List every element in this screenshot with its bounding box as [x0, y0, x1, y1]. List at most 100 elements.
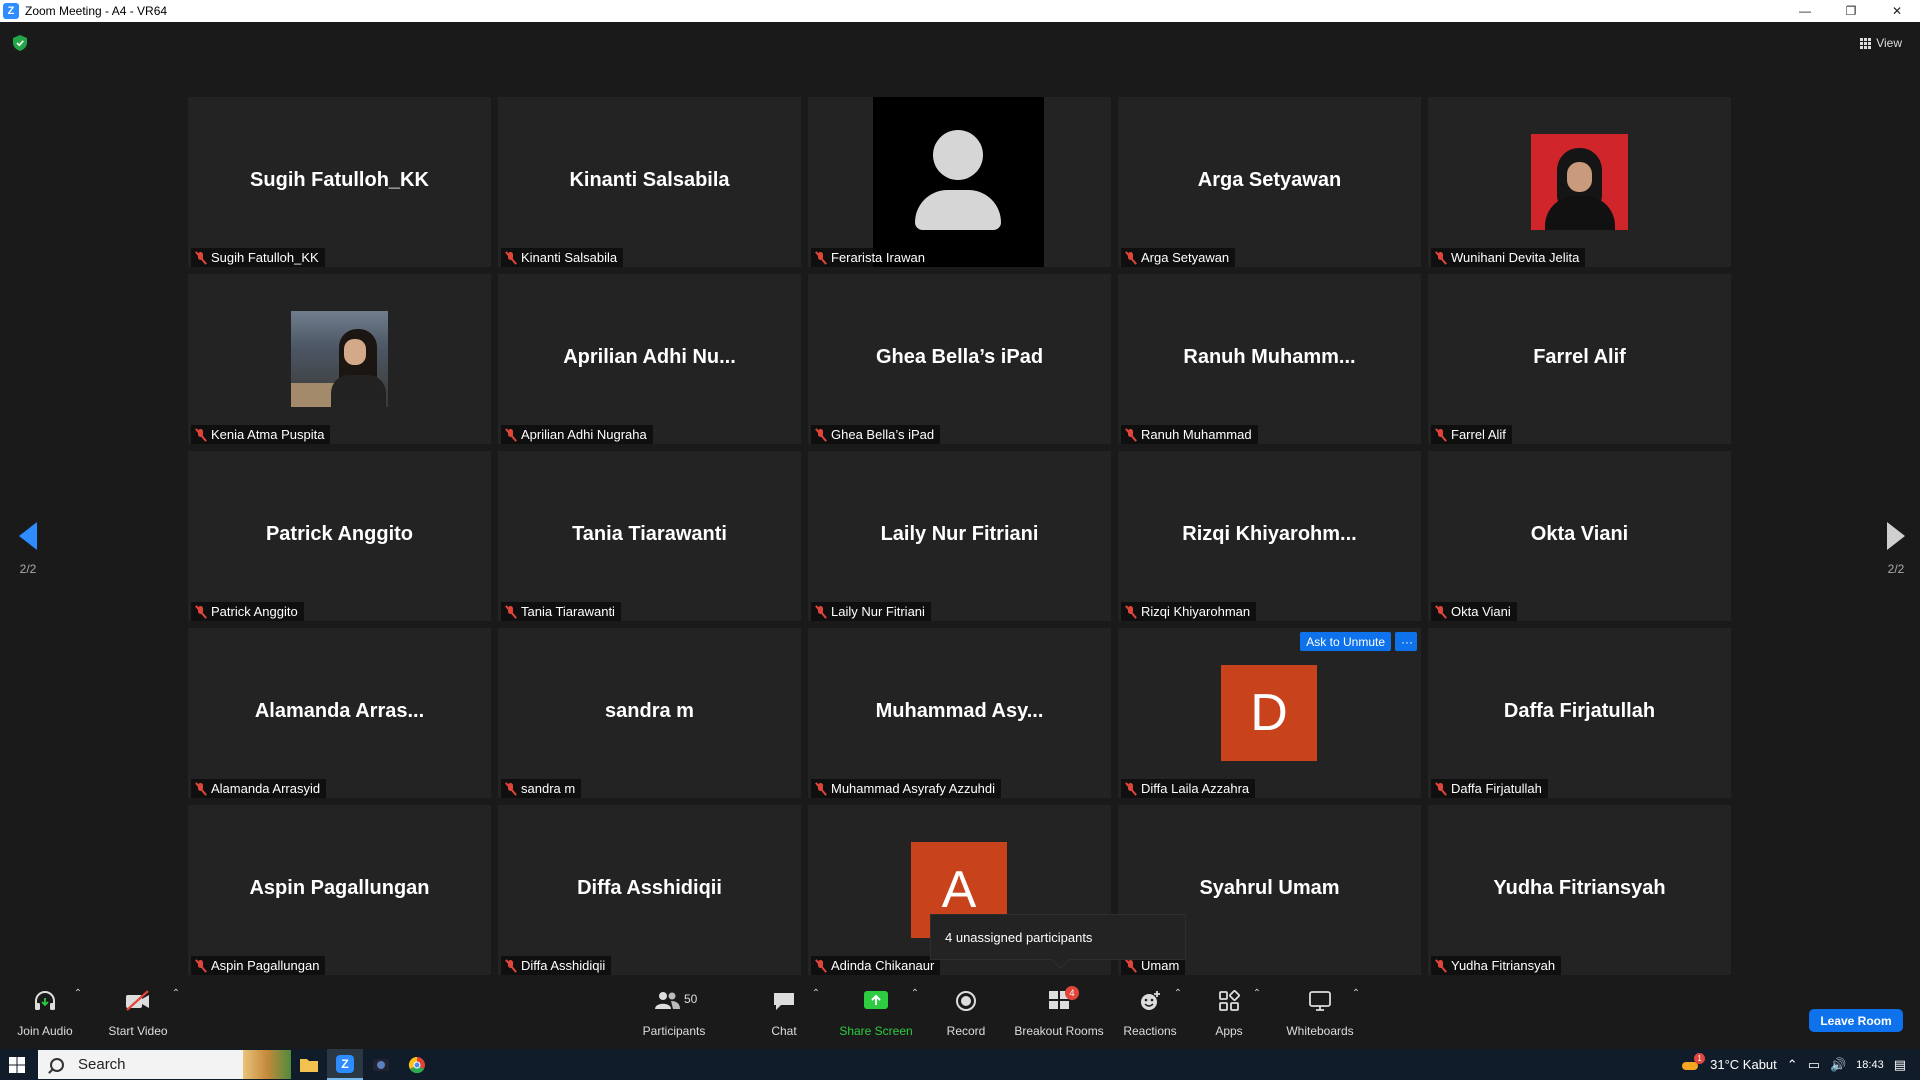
- mic-muted-icon: [814, 959, 827, 973]
- participant-display-name: Tania Tiarawanti: [572, 523, 727, 545]
- participant-tile[interactable]: Ferarista Irawan: [808, 97, 1111, 267]
- close-icon[interactable]: ✕: [1874, 0, 1920, 22]
- restore-icon[interactable]: ❐: [1828, 0, 1874, 22]
- unassigned-participants-tooltip: 4 unassigned participants: [930, 914, 1186, 960]
- mic-muted-icon: [194, 959, 207, 973]
- mic-muted-icon: [1434, 251, 1447, 265]
- participants-button[interactable]: 50 Participants: [640, 982, 708, 1042]
- join-audio-button[interactable]: Join Audio: [12, 982, 78, 1042]
- whiteboards-options-caret[interactable]: ⌃: [1350, 982, 1362, 1042]
- caret-up-icon: ⌃: [73, 988, 83, 999]
- reactions-options-caret[interactable]: ⌃: [1172, 982, 1184, 1042]
- participant-display-name: Sugih Fatulloh_KK: [250, 169, 429, 191]
- participant-tile[interactable]: Laily Nur Fitriani Laily Nur Fitriani: [808, 451, 1111, 621]
- participant-name-label: Diffa Laila Azzahra: [1121, 779, 1256, 798]
- participant-display-name: Diffa Asshidiqii: [577, 877, 722, 899]
- mic-muted-icon: [194, 782, 207, 796]
- participant-name: sandra m: [521, 781, 576, 796]
- mic-muted-icon: [814, 428, 827, 442]
- reactions-button[interactable]: Reactions: [1123, 982, 1177, 1042]
- whiteboards-button[interactable]: Whiteboards: [1284, 982, 1356, 1042]
- record-icon: [956, 991, 976, 1011]
- ask-to-unmute-button[interactable]: Ask to Unmute: [1300, 632, 1391, 651]
- notifications-icon[interactable]: ▤: [1894, 1057, 1906, 1073]
- clock[interactable]: 18:43: [1856, 1059, 1884, 1071]
- headphones-icon: [35, 991, 55, 1010]
- participant-name-label: Daffa Firjatullah: [1431, 779, 1548, 798]
- participant-display-name: Arga Setyawan: [1197, 169, 1342, 191]
- volume-icon[interactable]: 🔊: [1830, 1057, 1846, 1073]
- participant-tile[interactable]: Arga Setyawan Arga Setyawan: [1118, 97, 1421, 267]
- participant-tile[interactable]: Patrick Anggito Patrick Anggito: [188, 451, 491, 621]
- participant-tile[interactable]: Aspin Pagallungan Aspin Pagallungan: [188, 805, 491, 975]
- participant-tile[interactable]: Yudha Fitriansyah Yudha Fitriansyah: [1428, 805, 1731, 975]
- caret-up-icon: ⌃: [1173, 988, 1183, 999]
- participant-name: Ferarista Irawan: [831, 250, 925, 265]
- video-options-caret[interactable]: ⌃: [170, 982, 182, 1042]
- chat-label: Chat: [771, 1024, 797, 1038]
- participant-display-name: Daffa Firjatullah: [1503, 700, 1656, 722]
- minimize-icon[interactable]: —: [1782, 0, 1828, 22]
- participant-name: Aspin Pagallungan: [211, 958, 320, 973]
- more-options-button[interactable]: ···: [1395, 632, 1417, 651]
- participant-tile[interactable]: Aprilian Adhi Nu... Aprilian Adhi Nugraha: [498, 274, 801, 444]
- mic-muted-icon: [814, 782, 827, 796]
- participant-tile[interactable]: Diffa Asshidiqii Diffa Asshidiqii: [498, 805, 801, 975]
- letter-avatar: D: [1221, 665, 1317, 761]
- participant-tile[interactable]: Rizqi Khiyarohm... Rizqi Khiyarohman: [1118, 451, 1421, 621]
- participant-name: Laily Nur Fitriani: [831, 604, 925, 619]
- encryption-shield-icon[interactable]: [13, 35, 27, 51]
- mic-muted-icon: [504, 428, 517, 442]
- apps-button[interactable]: Apps: [1211, 982, 1247, 1042]
- weather-text[interactable]: 31°C Kabut: [1710, 1057, 1777, 1072]
- network-icon[interactable]: ▭: [1808, 1057, 1820, 1073]
- tray-overflow-icon[interactable]: ⌃: [1787, 1057, 1798, 1073]
- participant-tile[interactable]: Wunihani Devita Jelita: [1428, 97, 1731, 267]
- participant-tile[interactable]: Kenia Atma Puspita: [188, 274, 491, 444]
- leave-room-button[interactable]: Leave Room: [1809, 1009, 1903, 1032]
- participant-tile[interactable]: Muhammad Asy... Muhammad Asyrafy Azzuhdi: [808, 628, 1111, 798]
- participant-tile[interactable]: Farrel Alif Farrel Alif: [1428, 274, 1731, 444]
- participant-name-label: Kenia Atma Puspita: [191, 425, 331, 444]
- participant-tile[interactable]: sandra m sandra m: [498, 628, 801, 798]
- participant-tile[interactable]: Kinanti Salsabila Kinanti Salsabila: [498, 97, 801, 267]
- chat-options-caret[interactable]: ⌃: [810, 982, 822, 1042]
- previous-page-button[interactable]: 2/2: [8, 522, 48, 576]
- share-options-caret[interactable]: ⌃: [909, 982, 921, 1042]
- apps-options-caret[interactable]: ⌃: [1251, 982, 1263, 1042]
- chrome-icon[interactable]: [399, 1049, 435, 1080]
- reactions-icon: [1141, 991, 1160, 1010]
- taskbar-search[interactable]: Search: [38, 1050, 291, 1079]
- weather-icon[interactable]: 1: [1680, 1052, 1706, 1072]
- participant-tile[interactable]: Ranuh Muhamm... Ranuh Muhammad: [1118, 274, 1421, 444]
- participant-tile[interactable]: Alamanda Arras... Alamanda Arrasyid: [188, 628, 491, 798]
- start-button[interactable]: [0, 1049, 34, 1080]
- record-button[interactable]: Record: [944, 982, 988, 1042]
- view-button[interactable]: View: [1854, 32, 1908, 54]
- zoom-taskbar-icon[interactable]: Z: [327, 1049, 363, 1080]
- breakout-rooms-button[interactable]: 4 Breakout Rooms: [1014, 982, 1104, 1042]
- file-explorer-icon[interactable]: [291, 1049, 327, 1080]
- participant-display-name: Yudha Fitriansyah: [1493, 877, 1666, 899]
- mic-muted-icon: [814, 605, 827, 619]
- share-screen-button[interactable]: Share Screen: [839, 982, 913, 1042]
- participant-name-label: Aspin Pagallungan: [191, 956, 326, 975]
- participant-tile[interactable]: Sugih Fatulloh_KK Sugih Fatulloh_KK: [188, 97, 491, 267]
- participant-tile[interactable]: Ghea Bella’s iPad Ghea Bella’s iPad: [808, 274, 1111, 444]
- participant-name-label: Arga Setyawan: [1121, 248, 1236, 267]
- start-video-button[interactable]: Start Video: [104, 982, 172, 1042]
- camera-app-icon[interactable]: [363, 1049, 399, 1080]
- apps-icon: [1219, 990, 1240, 1011]
- mic-muted-icon: [504, 605, 517, 619]
- participant-tile[interactable]: Tania Tiarawanti Tania Tiarawanti: [498, 451, 801, 621]
- window-controls: — ❐ ✕: [1782, 0, 1920, 22]
- next-page-button[interactable]: 2/2: [1876, 522, 1916, 576]
- audio-options-caret[interactable]: ⌃: [72, 982, 84, 1042]
- participant-tile[interactable]: Okta Viani Okta Viani: [1428, 451, 1731, 621]
- participant-name: Daffa Firjatullah: [1451, 781, 1542, 796]
- participant-tile[interactable]: Daffa Firjatullah Daffa Firjatullah: [1428, 628, 1731, 798]
- participant-name: Muhammad Asyrafy Azzuhdi: [831, 781, 996, 796]
- participant-tile[interactable]: D Ask to Unmute ··· Diffa Laila Azzahra: [1118, 628, 1421, 798]
- whiteboards-label: Whiteboards: [1286, 1024, 1354, 1038]
- chat-button[interactable]: Chat: [764, 982, 804, 1042]
